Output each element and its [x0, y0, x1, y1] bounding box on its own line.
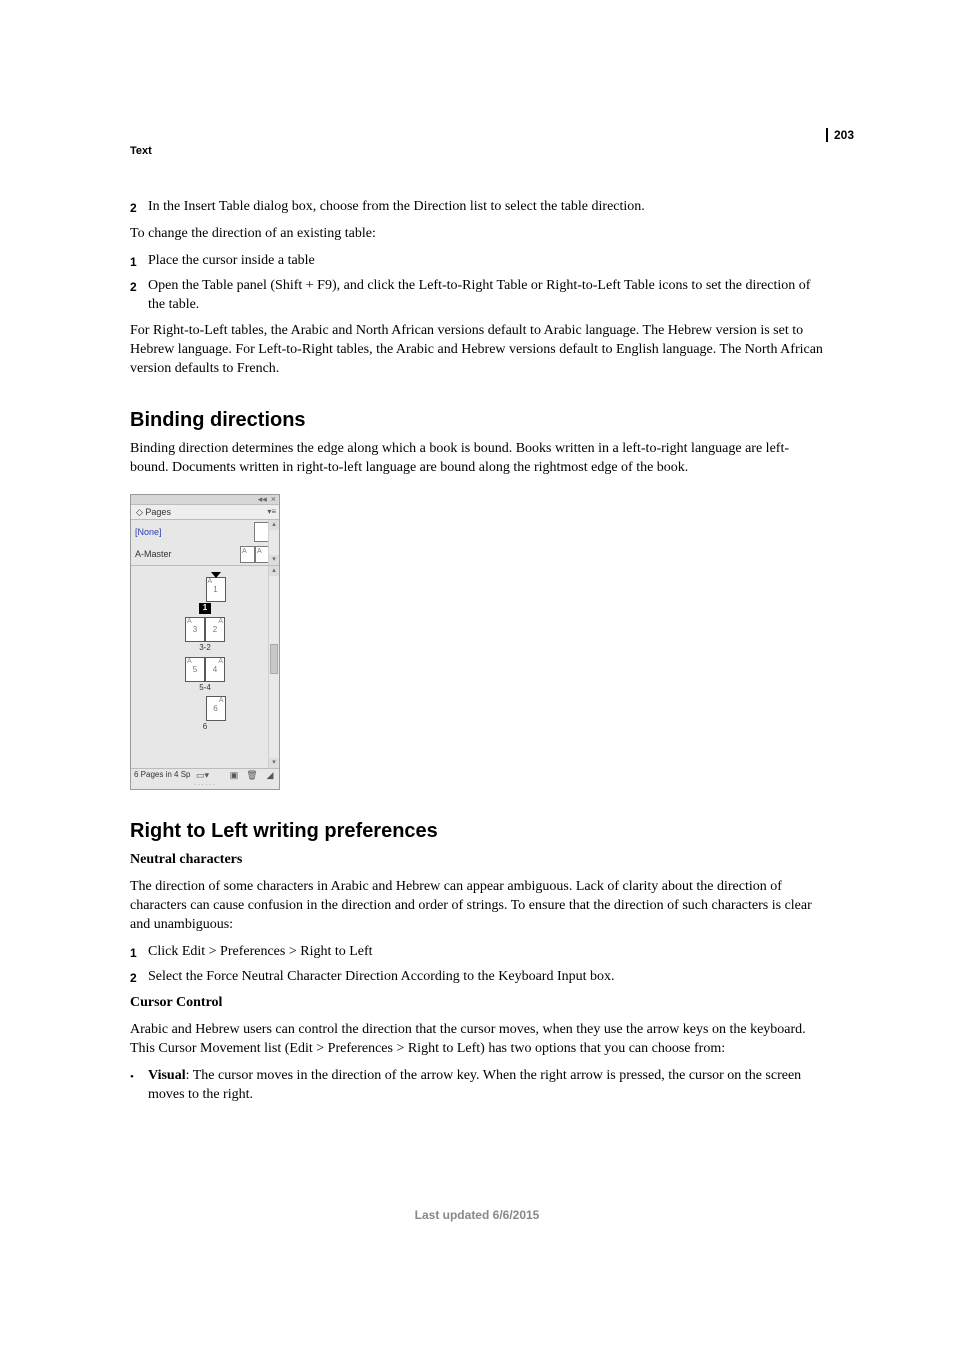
list-item: 1 Place the cursor inside a table	[130, 252, 825, 271]
spread-2[interactable]: A 3 A 2	[131, 617, 279, 642]
page-number: 203	[826, 128, 854, 142]
panel-titlebar[interactable]: ◂◂ ×	[131, 495, 279, 505]
heading-rtl-preferences: Right to Left writing preferences	[130, 818, 825, 845]
step-text: In the Insert Table dialog box, choose f…	[148, 198, 825, 217]
subheading-cursor-control: Cursor Control	[130, 994, 825, 1013]
bullet-text: Visual: The cursor moves in the directio…	[148, 1067, 825, 1105]
master-badge: A	[218, 618, 223, 625]
master-a-label: A-Master	[135, 548, 172, 560]
spread-label-3: 5-4	[131, 683, 279, 694]
cursor-options-list: • Visual: The cursor moves in the direct…	[130, 1067, 825, 1105]
scroll-down-icon[interactable]: ▾	[269, 555, 279, 565]
spread-label-1: 1	[131, 603, 279, 614]
scroll-up-icon[interactable]: ▴	[269, 566, 279, 576]
list-item: 2 Select the Force Neutral Character Dir…	[130, 968, 825, 987]
resize-grip-icon[interactable]: ◢	[264, 770, 276, 781]
page-thumb-5[interactable]: A 5	[185, 657, 205, 682]
masters-scrollbar[interactable]: ▴ ▾	[268, 520, 279, 565]
paragraph: To change the direction of an existing t…	[130, 225, 825, 244]
panel-tab-label: ◇ Pages	[136, 507, 171, 517]
masters-section: [None] A-Master A A ▴ ▾	[131, 520, 279, 566]
pages-body: A 1 1 A 3 A 2	[131, 566, 279, 768]
page-thumb-6[interactable]: A 6	[206, 696, 226, 721]
figure-pages-panel: ◂◂ × ◇ Pages ▾≡ [None] A-Master A	[130, 494, 825, 790]
page-number-text: 203	[834, 128, 854, 142]
panel-tab[interactable]: ◇ Pages ▾≡	[131, 505, 279, 520]
new-page-icon[interactable]: ▣	[228, 770, 240, 781]
page-number-thumb: 5	[193, 665, 197, 674]
pages-panel: ◂◂ × ◇ Pages ▾≡ [None] A-Master A	[130, 494, 280, 790]
option-desc: : The cursor moves in the direction of t…	[148, 1068, 801, 1102]
page-number-thumb: 4	[213, 665, 217, 674]
master-badge: A	[219, 697, 224, 704]
step-number: 1	[130, 252, 148, 271]
step-text: Click Edit > Preferences > Right to Left	[148, 943, 825, 962]
collapse-icon[interactable]: ◂◂	[258, 495, 267, 504]
spread-label-2: 3-2	[131, 643, 279, 654]
step-number: 2	[130, 968, 148, 987]
paragraph: For Right-to-Left tables, the Arabic and…	[130, 322, 825, 379]
subheading-neutral: Neutral characters	[130, 851, 825, 870]
insert-table-steps-continued: 2 In the Insert Table dialog box, choose…	[130, 198, 825, 217]
page-content: 2 In the Insert Table dialog box, choose…	[130, 198, 825, 1113]
step-number: 1	[130, 943, 148, 962]
master-none-label: [None]	[135, 526, 162, 538]
master-badge: A	[218, 658, 223, 665]
master-badge: A	[208, 578, 213, 585]
list-item: 2 Open the Table panel (Shift + F9), and…	[130, 277, 825, 315]
delete-page-icon[interactable]: 🗑	[246, 770, 258, 781]
master-a-thumb-left[interactable]: A	[240, 546, 255, 563]
step-number: 2	[130, 277, 148, 315]
page-thumb-3[interactable]: A 3	[185, 617, 205, 642]
page-number-thumb: 1	[213, 585, 217, 594]
page-number-thumb: 3	[193, 625, 197, 634]
heading-binding-directions: Binding directions	[130, 407, 825, 434]
list-item: 2 In the Insert Table dialog box, choose…	[130, 198, 825, 217]
change-existing-table-steps: 1 Place the cursor inside a table 2 Open…	[130, 252, 825, 315]
close-icon[interactable]: ×	[271, 495, 276, 504]
paragraph: Binding direction determines the edge al…	[130, 440, 825, 478]
page-thumb-1[interactable]: A 1	[206, 577, 226, 602]
page-footer: Last updated 6/6/2015	[0, 1208, 954, 1222]
master-badge: A	[187, 658, 192, 665]
list-item: 1 Click Edit > Preferences > Right to Le…	[130, 943, 825, 962]
option-name: Visual	[148, 1068, 186, 1083]
paragraph: The direction of some characters in Arab…	[130, 878, 825, 935]
master-badge: A	[187, 618, 192, 625]
page: 203 Text 2 In the Insert Table dialog bo…	[0, 0, 954, 1350]
spread-4[interactable]: A 6	[131, 696, 279, 721]
scroll-thumb[interactable]	[270, 644, 278, 674]
step-text: Select the Force Neutral Character Direc…	[148, 968, 825, 987]
page-thumb-4[interactable]: A 4	[205, 657, 225, 682]
step-number: 2	[130, 198, 148, 217]
panel-menu-icon[interactable]: ▾≡	[267, 507, 276, 518]
spread-3[interactable]: A 5 A 4	[131, 657, 279, 682]
bullet-icon: •	[130, 1067, 148, 1105]
spread-label-4: 6	[131, 722, 279, 733]
scroll-down-icon[interactable]: ▾	[269, 758, 279, 768]
step-text: Place the cursor inside a table	[148, 252, 825, 271]
list-item: • Visual: The cursor moves in the direct…	[130, 1067, 825, 1105]
scroll-up-icon[interactable]: ▴	[269, 520, 279, 530]
page-number-thumb: 6	[213, 704, 217, 713]
master-a-row[interactable]: A-Master A A	[134, 544, 276, 565]
page-thumb-2[interactable]: A 2	[205, 617, 225, 642]
step-text: Open the Table panel (Shift + F9), and c…	[148, 277, 825, 315]
running-header: Text	[130, 145, 152, 157]
neutral-characters-steps: 1 Click Edit > Preferences > Right to Le…	[130, 943, 825, 987]
pages-scrollbar[interactable]: ▴ ▾	[268, 566, 279, 768]
panel-bottom-grip[interactable]: ······	[131, 782, 279, 789]
page-number-thumb: 2	[213, 625, 217, 634]
status-text: 6 Pages in 4 Sp	[134, 770, 190, 781]
paragraph: Arabic and Hebrew users can control the …	[130, 1021, 825, 1059]
master-none-row[interactable]: [None]	[134, 520, 276, 544]
spread-1[interactable]: A 1	[131, 577, 279, 602]
